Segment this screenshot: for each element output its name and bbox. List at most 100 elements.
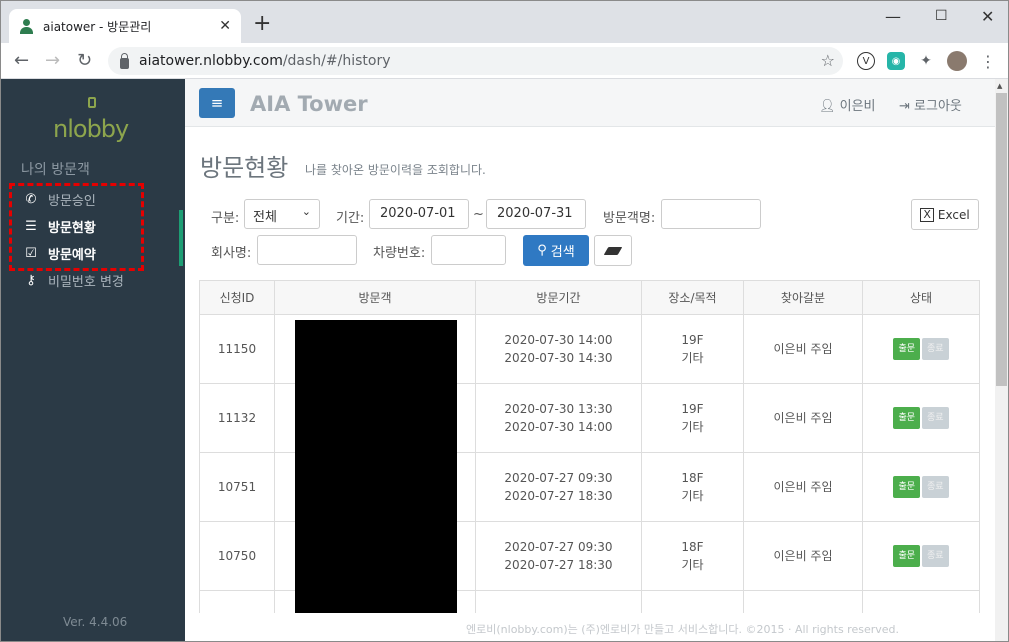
url-host: aiatower.nlobby.com [139, 53, 283, 69]
excel-button[interactable]: X Excel [911, 199, 979, 230]
period-start: 2020-07-30 14:00 [504, 333, 613, 347]
tab-strip: aiatower - 방문관리 ✕ + — ☐ ✕ [1, 1, 1008, 43]
tab-title: aiatower - 방문관리 [43, 19, 152, 34]
cell-status: 출문 종료 [862, 383, 980, 453]
cell-id: 10751 [199, 452, 275, 522]
reload-icon[interactable]: ↻ [77, 50, 92, 71]
search-label: 검색 [550, 245, 575, 260]
browser-tab[interactable]: aiatower - 방문관리 ✕ [9, 9, 241, 43]
cell-place: 19F 기타 [641, 383, 744, 453]
type-label: 구분: [211, 211, 240, 226]
browser-window: aiatower - 방문관리 ✕ + — ☐ ✕ ← → ↻ aiatower… [0, 0, 1009, 642]
scroll-up-icon[interactable]: ▲ [997, 82, 1002, 90]
sidebar-section-title: 나의 방문객 [21, 162, 90, 178]
redaction-block [295, 320, 457, 641]
url-path: /dash/#/history [282, 53, 391, 69]
browser-menu-icon[interactable]: ⋮ [979, 52, 997, 71]
cell-host: 이은비 주임 [743, 314, 863, 384]
place-purpose: 기타 [681, 420, 704, 434]
menu-toggle-button[interactable]: ≡ [199, 88, 235, 118]
date-separator: ~ [473, 207, 484, 222]
logo[interactable]: nlobby [53, 115, 129, 143]
period-start: 2020-07-27 09:30 [504, 471, 613, 485]
address-bar[interactable]: aiatower.nlobby.com/dash/#/history ☆ [108, 47, 843, 75]
cell-period: 2020-07-30 14:00 2020-07-30 14:30 [475, 314, 642, 384]
eraser-icon [603, 246, 623, 255]
extension-v-icon[interactable]: V [857, 52, 875, 70]
status-badge-out: 출문 [893, 476, 920, 498]
cell-id: 11150 [199, 314, 275, 384]
date-to-input[interactable]: 2020-07-31 [486, 199, 586, 229]
place-floor: 18F [681, 471, 704, 485]
key-icon: ⚷ [26, 273, 36, 288]
col-header-place: 장소/목적 [641, 280, 744, 315]
extension-teal-icon[interactable]: ◉ [887, 52, 905, 70]
car-number-label: 차량번호: [373, 246, 426, 261]
cell-status: 출문 종료 [862, 314, 980, 384]
back-icon[interactable]: ← [14, 50, 29, 71]
maximize-icon[interactable]: ☐ [935, 8, 948, 24]
period-end: 2020-07-30 14:00 [504, 420, 613, 434]
page-title: 방문현황 [200, 154, 289, 182]
excel-file-icon: X [920, 207, 934, 222]
footer-text: 엔로비(nlobby.com)는 (주)엔로비가 만들고 서비스합니다. ©20… [185, 613, 995, 641]
cell-period: 2020-07-30 13:30 2020-07-30 14:00 [475, 383, 642, 453]
logo-mark-icon [88, 97, 96, 108]
col-header-host: 찾아갈분 [743, 280, 863, 315]
status-badge-out: 출문 [893, 338, 920, 360]
sidebar-item-password[interactable]: ⚷ 비밀번호 변경 [23, 271, 124, 290]
user-menu[interactable]: 👤︎ 이은비 [819, 95, 876, 114]
puzzle-icon[interactable]: ✦ [917, 52, 935, 70]
date-from-input[interactable]: 2020-07-01 [369, 199, 469, 229]
scrollbar[interactable]: ▲ [995, 79, 1008, 641]
brand-title: AIA Tower [250, 92, 368, 116]
cell-id: 10750 [199, 521, 275, 591]
period-start: 2020-07-30 13:30 [504, 402, 613, 416]
table-header-row: 신청ID 방문객 방문기간 장소/목적 찾아갈분 상태 [199, 280, 980, 315]
close-window-icon[interactable]: ✕ [981, 7, 994, 26]
highlight-annotation [9, 183, 144, 271]
cell-period: 2020-07-27 09:30 2020-07-27 18:30 [475, 521, 642, 591]
car-number-input[interactable] [431, 235, 506, 265]
company-input[interactable] [257, 235, 357, 265]
bookmark-star-icon[interactable]: ☆ [821, 51, 835, 70]
status-badge-end: 종료 [922, 545, 949, 567]
period-end: 2020-07-27 18:30 [504, 489, 613, 503]
search-icon: ⚲ [537, 243, 547, 258]
logout-link[interactable]: ⇥ 로그아웃 [899, 95, 962, 114]
place-floor: 19F [681, 333, 704, 347]
active-indicator [179, 210, 183, 266]
sidebar: nlobby 나의 방문객 ✆ 방문승인 ☰ 방문현황 ☑ 방문예약 ⚷ 비밀번… [1, 79, 185, 641]
cell-host: 이은비 주임 [743, 452, 863, 522]
cell-host: 이은비 주임 [743, 521, 863, 591]
search-button[interactable]: ⚲ 검색 [523, 235, 589, 266]
col-header-status: 상태 [862, 280, 980, 315]
page-subtitle: 나를 찾아온 방문이력을 조회합니다. [305, 163, 486, 177]
minimize-icon[interactable]: — [885, 7, 901, 26]
scrollbar-thumb[interactable] [996, 93, 1007, 386]
user-name: 이은비 [839, 99, 876, 114]
company-label: 회사명: [211, 246, 252, 261]
place-floor: 19F [681, 402, 704, 416]
close-tab-icon[interactable]: ✕ [219, 18, 231, 34]
col-header-period: 방문기간 [475, 280, 642, 315]
col-header-visitor: 방문객 [274, 280, 476, 315]
status-badge-out: 출문 [893, 545, 920, 567]
cell-host: 이은비 주임 [743, 383, 863, 453]
new-tab-icon[interactable]: + [253, 11, 271, 36]
hamburger-icon: ≡ [210, 94, 224, 112]
place-floor: 18F [681, 540, 704, 554]
excel-label: Excel [937, 207, 970, 222]
visitor-name-input[interactable] [661, 199, 761, 229]
app-header: ≡ AIA Tower 👤︎ 이은비 ⇥ 로그아웃 [185, 79, 995, 127]
profile-avatar[interactable] [947, 51, 967, 71]
sidebar-item-label: 비밀번호 변경 [48, 275, 124, 290]
forward-icon[interactable]: → [45, 50, 60, 71]
type-select[interactable]: 전체 ⌄ [244, 199, 320, 229]
period-label: 기간: [336, 211, 365, 226]
version-label: Ver. 4.4.06 [63, 615, 128, 629]
person-icon [19, 19, 33, 34]
user-icon: 👤︎ [819, 99, 840, 114]
reset-button[interactable] [594, 235, 632, 266]
status-badge-end: 종료 [922, 407, 949, 429]
